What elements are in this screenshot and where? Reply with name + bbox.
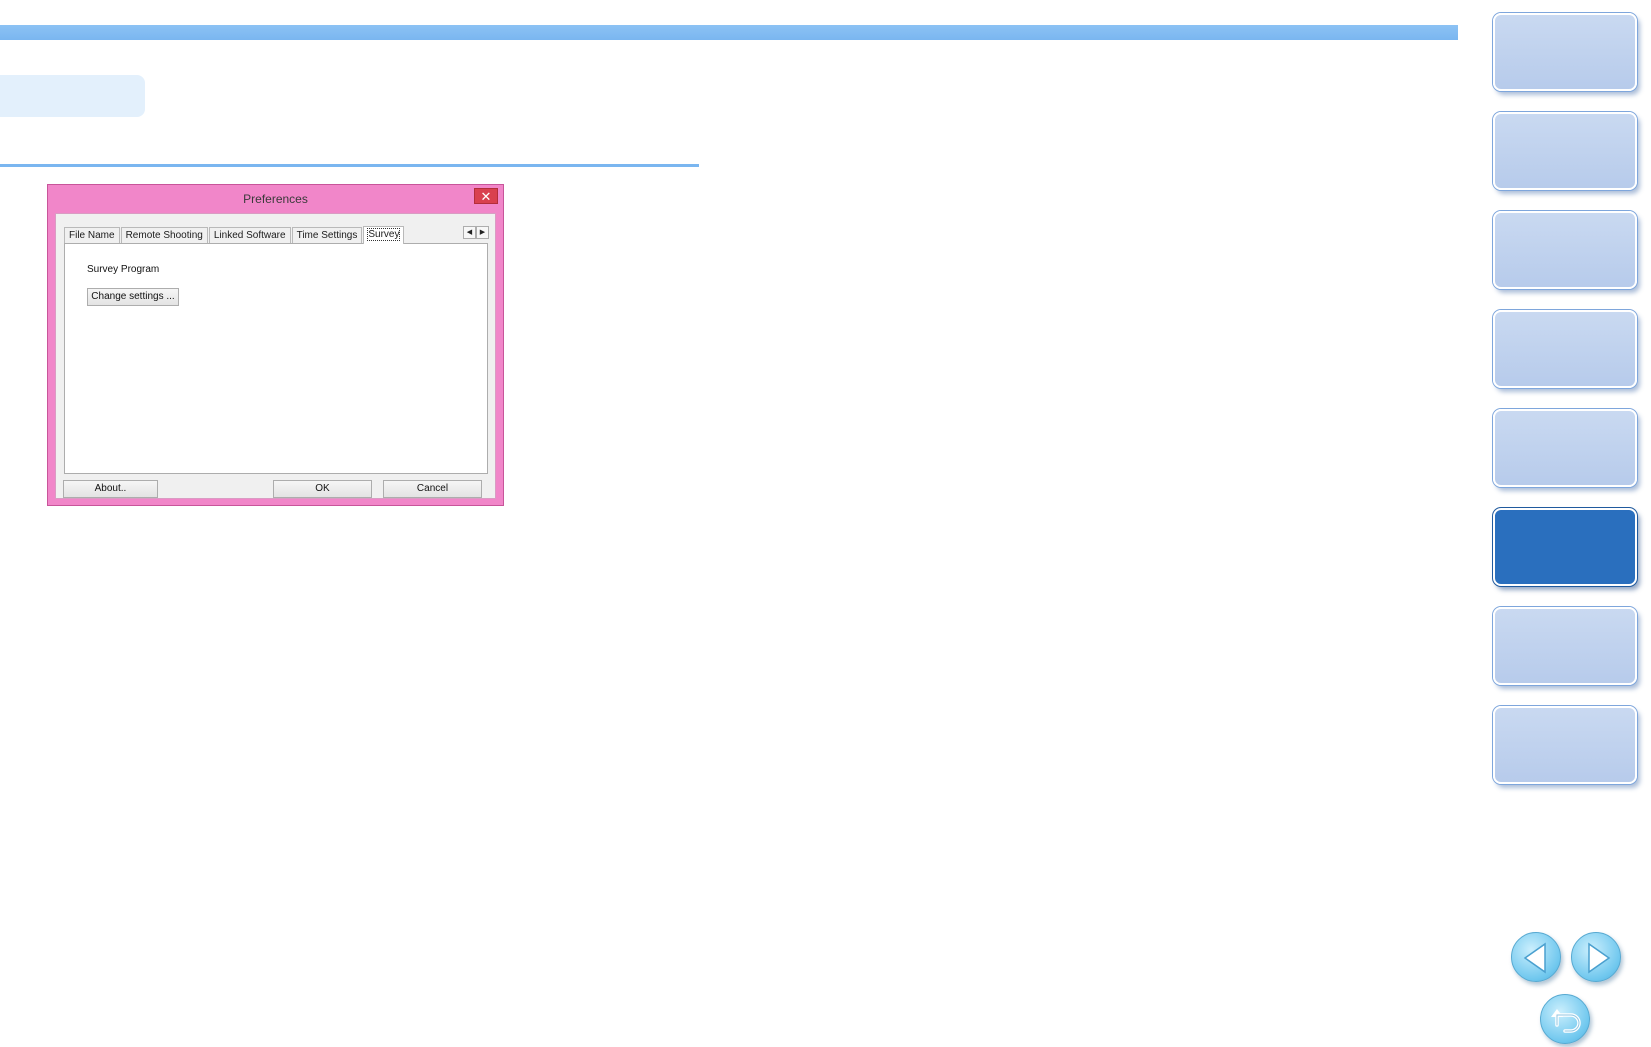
nav-tab-7[interactable] [1493, 607, 1637, 685]
tab-label: Linked Software [213, 230, 286, 241]
dialog-client-area: File Name Remote Shooting Linked Softwar… [55, 213, 496, 499]
return-arrow-icon [1551, 1009, 1581, 1033]
ok-button[interactable]: OK [273, 480, 372, 498]
nav-tab-3[interactable] [1493, 211, 1637, 289]
tab-survey[interactable]: Survey [363, 226, 405, 244]
return-button[interactable] [1540, 994, 1590, 1044]
change-settings-button[interactable]: Change settings ... [87, 288, 179, 306]
tab-file-name[interactable]: File Name [64, 227, 120, 243]
tab-time-settings[interactable]: Time Settings [291, 227, 363, 243]
nav-tab-1[interactable] [1493, 13, 1637, 91]
nav-tab-4[interactable] [1493, 310, 1637, 388]
tab-label: Survey [367, 228, 401, 241]
tab-remote-shooting[interactable]: Remote Shooting [120, 227, 208, 243]
next-page-button[interactable] [1571, 932, 1621, 982]
triangle-left-icon [1523, 942, 1546, 974]
dialog-title: Preferences [243, 192, 308, 206]
section-header-chip [0, 75, 145, 117]
previous-page-button[interactable] [1511, 932, 1561, 982]
tab-strip: File Name Remote Shooting Linked Softwar… [64, 225, 405, 244]
tab-label: Remote Shooting [125, 230, 203, 241]
section-divider [0, 164, 699, 167]
tab-scroll-right-button[interactable]: ▶ [476, 226, 489, 239]
tab-label: Time Settings [296, 230, 358, 241]
tab-scroll-controls: ◀ ▶ [463, 226, 489, 239]
survey-tab-panel: Survey Program Change settings ... [64, 243, 488, 474]
survey-program-label: Survey Program [87, 264, 160, 275]
nav-tab-6-active[interactable] [1493, 508, 1637, 586]
nav-tab-5[interactable] [1493, 409, 1637, 487]
nav-tab-2[interactable] [1493, 112, 1637, 190]
close-button[interactable]: ✕ [474, 188, 498, 204]
nav-tab-8[interactable] [1493, 706, 1637, 784]
tab-scroll-left-button[interactable]: ◀ [463, 226, 476, 239]
tab-label: File Name [69, 230, 115, 241]
about-button[interactable]: About.. [63, 480, 158, 498]
triangle-right-icon [1588, 942, 1611, 974]
preferences-dialog: Preferences ✕ File Name Remote Shooting … [47, 184, 504, 506]
top-header-bar [0, 25, 1458, 40]
tab-linked-software[interactable]: Linked Software [208, 227, 291, 243]
cancel-button[interactable]: Cancel [383, 480, 482, 498]
